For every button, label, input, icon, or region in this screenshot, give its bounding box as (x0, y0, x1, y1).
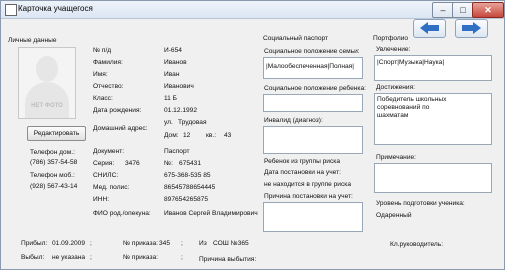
achievements-field[interactable]: Победитель школьных соревнований по шахм… (374, 93, 492, 145)
student-photo: НЕТ ФОТО (18, 47, 76, 119)
window-title: Карточка учащегося (18, 4, 93, 13)
achievements-label: Достижения: (376, 84, 416, 91)
patronymic-label: Отчество: (93, 83, 124, 90)
policy-value: 86545788654445 (164, 184, 216, 191)
patronymic-value: Иванович (164, 83, 194, 90)
left-order-label: № приказа: (123, 254, 158, 261)
policy-label: Мед. полис: (93, 184, 130, 191)
close-button[interactable]: ✕ (472, 2, 504, 18)
birth-value: 01.12.1992 (164, 107, 198, 114)
left-value: не указана (52, 254, 86, 261)
title-bar: Карточка учащегося – □ ✕ (1, 1, 504, 19)
inn-label: ИНН: (93, 196, 110, 203)
phone-home-value: (786) 357-54-58 (30, 159, 78, 166)
number-value: 675431 (179, 160, 202, 167)
surname-label: Фамилия: (93, 59, 123, 66)
hobby-label: Увлечение: (376, 46, 411, 53)
avatar-body-shape (25, 82, 69, 118)
flat-value: 43 (224, 132, 232, 139)
parent-value: Иванов Сергей Владимирович (164, 210, 258, 217)
inn-value: 897654265875 (164, 196, 209, 203)
series-label: Серия: (93, 160, 115, 167)
order-separator: ; (181, 240, 183, 247)
leave-reason-label: Причина выбытия: (199, 256, 257, 263)
family-status-value: |Малообеспеченная|Полная| (266, 63, 354, 70)
from-value: СОШ №365 (213, 240, 249, 247)
social-section-label: Социальный паспорт (263, 35, 329, 42)
house-value: 12 (183, 132, 191, 139)
registration-reason-label: Причина постановки на учет: (264, 193, 353, 200)
registration-date-label: Дата постановки на учет: (264, 169, 341, 176)
arrow-right-icon (462, 22, 481, 34)
num-label: № п/д (93, 47, 112, 54)
name-value: Иван (164, 71, 180, 78)
left-label: Выбыл: (21, 254, 45, 261)
number-label: №: (164, 160, 173, 167)
num-value: И-654 (164, 47, 182, 54)
risk-group-status: не находится в группе риска (264, 181, 351, 188)
note-label: Примечание: (376, 154, 416, 161)
level-value: Одаренный (376, 212, 412, 219)
minimize-button[interactable]: – (432, 2, 454, 18)
next-student-button[interactable] (455, 19, 488, 38)
phone-mob-label: Телефон моб.: (30, 172, 75, 179)
phone-home-label: Телефон дом.: (30, 149, 75, 156)
arrived-separator: ; (90, 240, 92, 247)
document-value: Паспорт (164, 148, 190, 155)
invalid-field[interactable] (263, 126, 363, 154)
left-order-separator: ; (181, 254, 183, 261)
birth-label: Дата рождения: (93, 107, 142, 114)
family-status-field[interactable]: |Малообеспеченная|Полная| (263, 57, 363, 79)
snils-label: СНИЛС: (93, 172, 119, 179)
address-label: Домашний адрес: (93, 125, 148, 132)
house-label: Дом: (164, 132, 179, 139)
street-value: Трудовая (178, 119, 207, 126)
child-status-field[interactable] (263, 94, 363, 112)
edit-button[interactable]: Редактировать (27, 126, 86, 141)
no-photo-label: НЕТ ФОТО (31, 103, 63, 109)
document-label: Документ: (93, 148, 125, 155)
parent-label: ФИО род./опекуна: (93, 210, 151, 217)
arrived-label: Прибыл: (21, 240, 48, 247)
street-prefix: ул. (164, 119, 173, 126)
class-teacher-label: Кл.руководитель: (390, 241, 444, 248)
snils-value: 675-368-535 85 (164, 172, 211, 179)
class-label: Класс: (93, 95, 113, 102)
arrived-value: 01.09.2009 (52, 240, 86, 247)
arrival-order-label: № приказа: (123, 240, 158, 247)
series-value: 3476 (125, 160, 140, 167)
avatar-head-shape (36, 56, 58, 82)
prev-student-button[interactable] (413, 19, 446, 38)
left-separator: ; (90, 254, 92, 261)
registration-reason-field[interactable] (263, 202, 363, 232)
family-status-label: Социальное положение семьи: (264, 48, 360, 55)
surname-value: Иванов (164, 59, 187, 66)
student-card-window: Карточка учащегося – □ ✕ Личные данные Н… (0, 0, 505, 270)
arrival-order-value: 345 (159, 240, 171, 247)
portfolio-section-label: Портфолио (373, 35, 409, 42)
name-label: Имя: (93, 71, 108, 78)
achievements-value: Победитель школьных соревнований по шахм… (377, 96, 447, 119)
personal-section-label: Личные данные (8, 37, 57, 44)
level-label: Уровень подготовки ученика: (376, 200, 465, 207)
child-status-label: Социальное положение ребенка: (264, 85, 366, 92)
hobby-value: |Спорт|Музыка|Наука| (377, 59, 445, 66)
note-field[interactable] (374, 163, 492, 193)
from-label: Из (199, 240, 207, 247)
window-icon (5, 4, 17, 16)
hobby-field[interactable]: |Спорт|Музыка|Наука| (374, 55, 492, 81)
flat-label: кв.: (206, 132, 217, 139)
class-value: 11 Б (164, 95, 178, 102)
risk-group-label: Ребенок из группы риска (264, 158, 340, 165)
maximize-button[interactable]: □ (452, 2, 474, 18)
phone-mob-value: (928) 567-43-14 (30, 183, 78, 190)
invalid-label: Инвалид (диагноз): (264, 117, 323, 124)
arrow-left-icon (420, 22, 439, 34)
